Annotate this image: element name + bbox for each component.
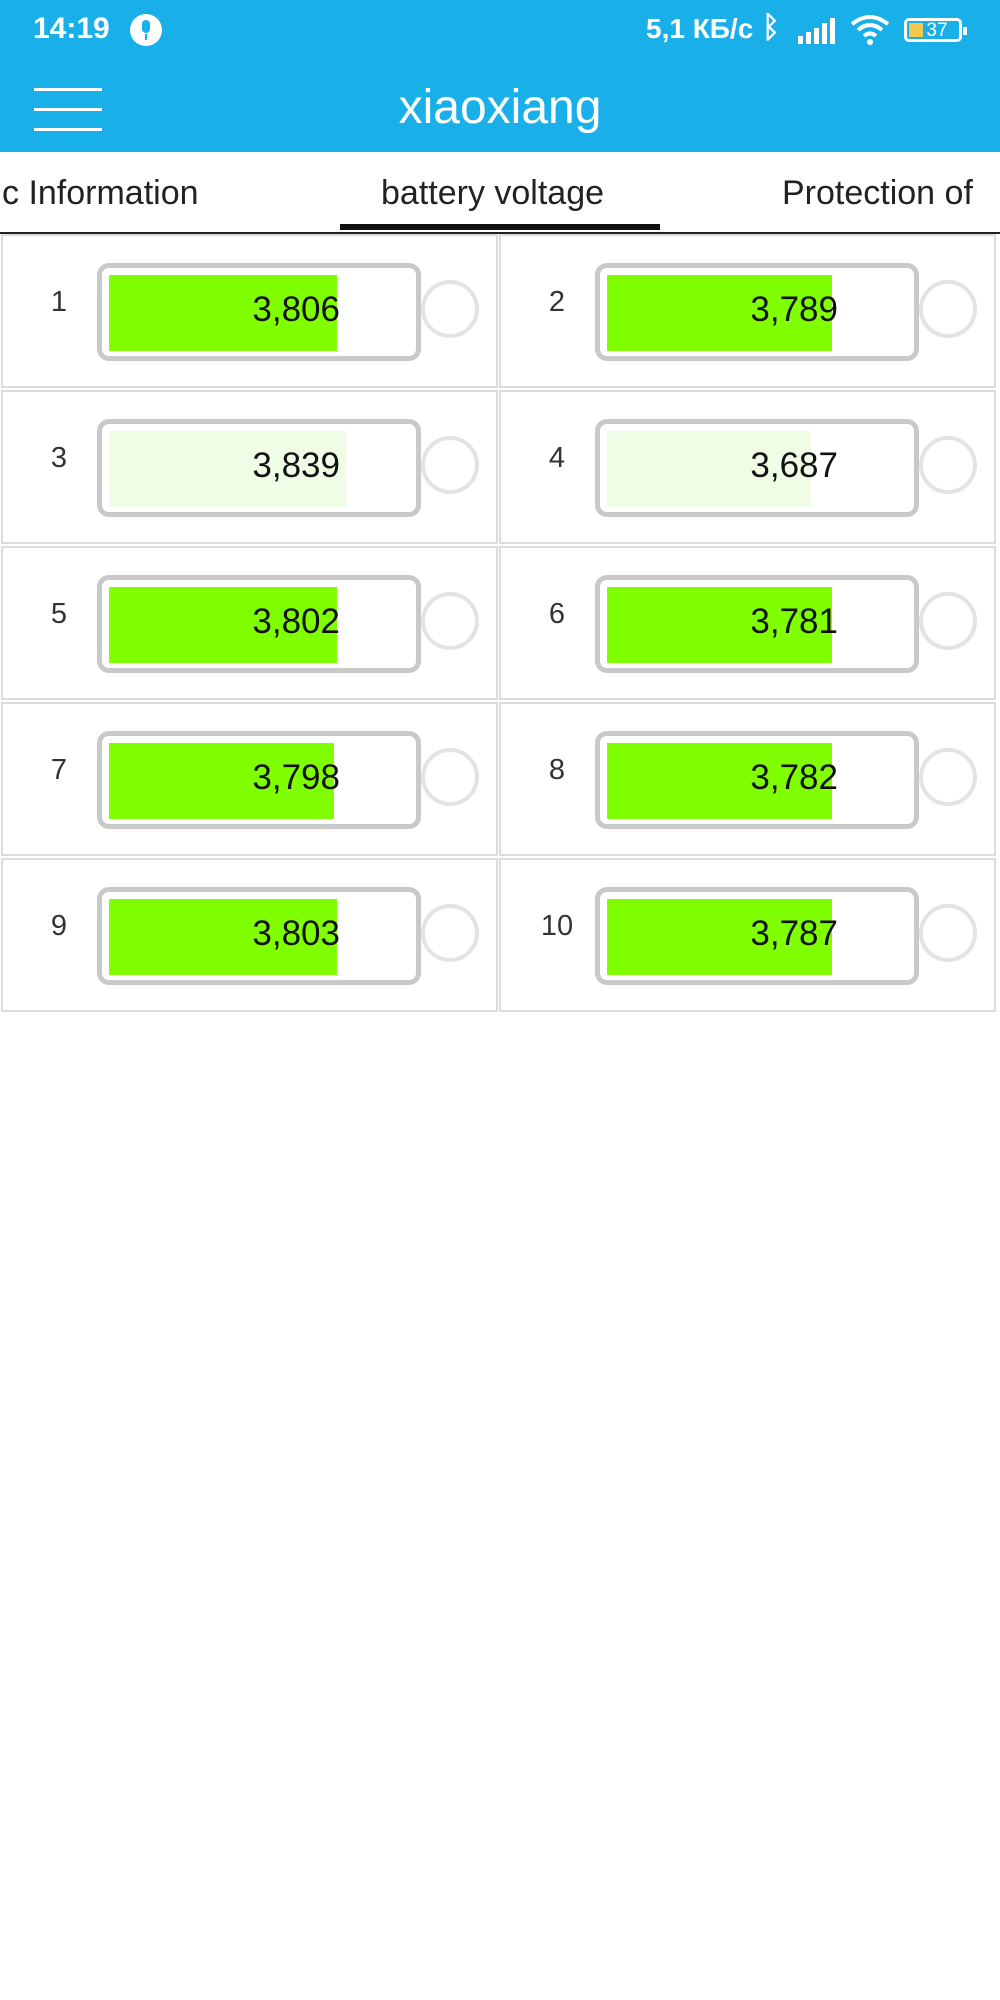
cell-battery-bar: 3,782 [595, 731, 919, 829]
tab-protection[interactable]: Protection of [782, 174, 973, 213]
tab-indicator [340, 224, 660, 230]
cell-battery-bar: 3,789 [595, 263, 919, 361]
cell-card: 3 3,839 [1, 390, 498, 544]
cell-voltage: 3,787 [750, 914, 838, 953]
wifi-icon [850, 14, 890, 46]
tab-basic-information[interactable]: c Information [2, 174, 199, 213]
tab-battery-voltage[interactable]: battery voltage [381, 174, 604, 213]
battery-icon: 37 [904, 18, 967, 42]
cell-card: 5 3,802 [1, 546, 498, 700]
cell-index: 5 [50, 598, 68, 630]
cell-battery-bar: 3,802 [97, 575, 421, 673]
cell-voltage: 3,782 [750, 758, 838, 797]
balance-indicator-icon [919, 436, 977, 494]
balance-indicator-icon [919, 748, 977, 806]
cell-index: 2 [548, 286, 566, 318]
cell-card: 10 3,787 [499, 858, 996, 1012]
cell-card: 7 3,798 [1, 702, 498, 856]
cell-voltage: 3,839 [252, 446, 340, 485]
status-time: 14:19 [33, 12, 110, 45]
balance-indicator-icon [421, 436, 479, 494]
mic-icon [130, 14, 162, 46]
balance-indicator-icon [919, 280, 977, 338]
cell-battery-bar: 3,798 [97, 731, 421, 829]
cell-voltage: 3,798 [252, 758, 340, 797]
app-title: xiaoxiang [398, 81, 602, 134]
battery-level: 37 [926, 20, 948, 41]
cell-card: 2 3,789 [499, 234, 996, 388]
cell-card: 6 3,781 [499, 546, 996, 700]
cell-index: 10 [540, 910, 574, 942]
cell-card: 1 3,806 [1, 234, 498, 388]
status-bar: 14:19 5,1 КБ/с ᛒ 37 [0, 0, 1000, 62]
bluetooth-icon: ᛒ [762, 10, 780, 45]
cell-battery-bar: 3,806 [97, 263, 421, 361]
cell-voltage: 3,803 [252, 914, 340, 953]
balance-indicator-icon [919, 592, 977, 650]
balance-indicator-icon [421, 280, 479, 338]
cell-battery-bar: 3,781 [595, 575, 919, 673]
cell-index: 3 [50, 442, 68, 474]
cell-card: 9 3,803 [1, 858, 498, 1012]
cell-index: 8 [548, 754, 566, 786]
cell-voltage: 3,802 [252, 602, 340, 641]
cell-index: 4 [548, 442, 566, 474]
cell-card: 8 3,782 [499, 702, 996, 856]
cell-voltage: 3,687 [750, 446, 838, 485]
balance-indicator-icon [421, 748, 479, 806]
app-bar: xiaoxiang [0, 62, 1000, 152]
balance-indicator-icon [421, 904, 479, 962]
balance-indicator-icon [421, 592, 479, 650]
cell-battery-bar: 3,839 [97, 419, 421, 517]
cell-index: 9 [50, 910, 68, 942]
balance-indicator-icon [919, 904, 977, 962]
cell-voltage: 3,789 [750, 290, 838, 329]
cell-card: 4 3,687 [499, 390, 996, 544]
network-speed: 5,1 КБ/с [646, 13, 754, 44]
tab-bar: c Information battery voltage Protection… [0, 152, 1000, 234]
signal-icon [798, 16, 838, 44]
cell-battery-bar: 3,803 [97, 887, 421, 985]
cell-battery-bar: 3,787 [595, 887, 919, 985]
cell-voltage: 3,781 [750, 602, 838, 641]
cell-voltage: 3,806 [252, 290, 340, 329]
cell-index: 1 [50, 286, 68, 318]
cell-index: 6 [548, 598, 566, 630]
cell-battery-bar: 3,687 [595, 419, 919, 517]
cell-index: 7 [50, 754, 68, 786]
